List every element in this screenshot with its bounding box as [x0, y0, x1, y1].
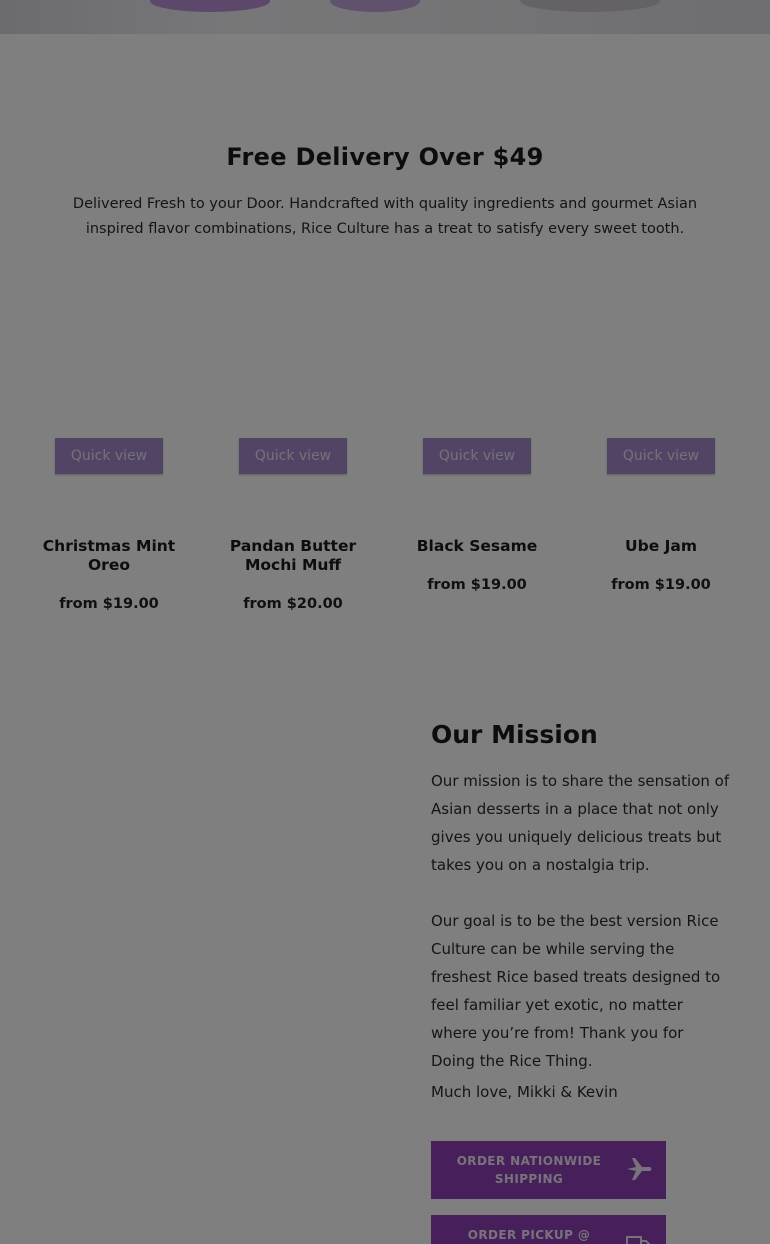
product-price: from $19.00: [427, 577, 527, 593]
hero-image-strip: [0, 0, 770, 34]
main-content: Free Delivery Over $49 Delivered Fresh t…: [0, 34, 770, 1244]
quick-view-button[interactable]: Quick view: [239, 438, 347, 474]
product-name[interactable]: Pandan Butter Mochi Muff: [218, 537, 368, 575]
quick-view-button[interactable]: Quick view: [423, 438, 531, 474]
hero-image-detail: [150, 0, 270, 12]
product-card[interactable]: Quick view Pandan Butter Mochi Muff from…: [218, 438, 368, 612]
quick-view-button[interactable]: Quick view: [55, 438, 163, 474]
mission-signature: Much love, Mikki & Kevin: [431, 1083, 618, 1101]
product-price: from $19.00: [59, 596, 159, 612]
product-name[interactable]: Christmas Mint Oreo: [34, 537, 184, 575]
quick-view-button[interactable]: Quick view: [607, 438, 715, 474]
product-price: from $20.00: [243, 596, 343, 612]
product-price: from $19.00: [611, 577, 711, 593]
truck-icon: [626, 1236, 651, 1244]
airplane-icon: [627, 1158, 652, 1180]
product-card[interactable]: Quick view Christmas Mint Oreo from $19.…: [34, 438, 184, 612]
product-card[interactable]: Quick view Black Sesame from $19.00: [402, 438, 552, 593]
order-pickup-label: ORDER PICKUP @: [467, 1228, 591, 1242]
product-name[interactable]: Ube Jam: [586, 537, 736, 556]
order-pickup-button[interactable]: ORDER PICKUP @: [431, 1215, 666, 1244]
hero-image-detail: [520, 0, 660, 12]
goal-paragraph: Our goal is to be the best version Rice …: [431, 912, 721, 1070]
delivery-description: Delivered Fresh to your Door. Handcrafte…: [72, 196, 698, 237]
mission-heading: Our Mission: [431, 720, 598, 749]
product-card[interactable]: Quick view Ube Jam from $19.00: [586, 438, 736, 593]
product-name[interactable]: Black Sesame: [402, 537, 552, 556]
order-nationwide-label: ORDER NATIONWIDE SHIPPING: [456, 1154, 602, 1186]
order-nationwide-shipping-button[interactable]: ORDER NATIONWIDE SHIPPING: [431, 1141, 666, 1199]
delivery-heading: Free Delivery Over $49: [226, 143, 544, 171]
hero-image-detail: [330, 0, 420, 12]
mission-paragraph: Our mission is to share the sensation of…: [431, 772, 730, 874]
